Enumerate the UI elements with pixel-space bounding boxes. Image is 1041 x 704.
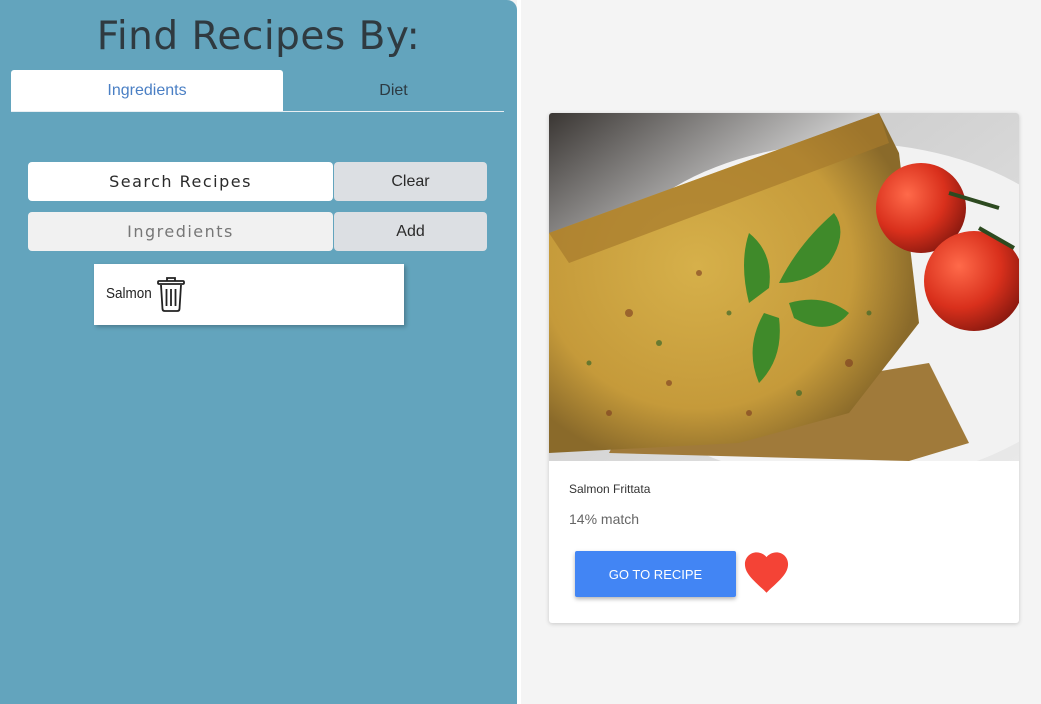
panel-divider: [517, 0, 521, 704]
page-title: Find Recipes By:: [96, 14, 421, 59]
recipe-card: Salmon Frittata 14% match GO TO RECIPE: [549, 113, 1019, 623]
go-to-recipe-button[interactable]: GO TO RECIPE: [575, 551, 736, 597]
match-percentage: 14% match: [569, 511, 640, 527]
search-recipes-input[interactable]: [28, 162, 333, 201]
heart-icon[interactable]: [744, 551, 789, 595]
ingredients-input[interactable]: [28, 212, 333, 251]
tab-ingredients[interactable]: Ingredients: [11, 70, 283, 111]
recipe-image: [549, 113, 1019, 461]
trash-icon[interactable]: [156, 276, 186, 312]
clear-button[interactable]: Clear: [334, 162, 487, 201]
search-mode-tabs: Ingredients Diet: [11, 70, 504, 112]
search-sidebar: Find Recipes By: Ingredients Diet Clear …: [0, 0, 517, 704]
ingredient-label: Salmon: [106, 285, 152, 302]
ingredient-chip: Salmon: [94, 264, 404, 325]
recipe-title: Salmon Frittata: [569, 482, 651, 496]
tab-diet[interactable]: Diet: [283, 70, 504, 111]
add-button[interactable]: Add: [334, 212, 487, 251]
